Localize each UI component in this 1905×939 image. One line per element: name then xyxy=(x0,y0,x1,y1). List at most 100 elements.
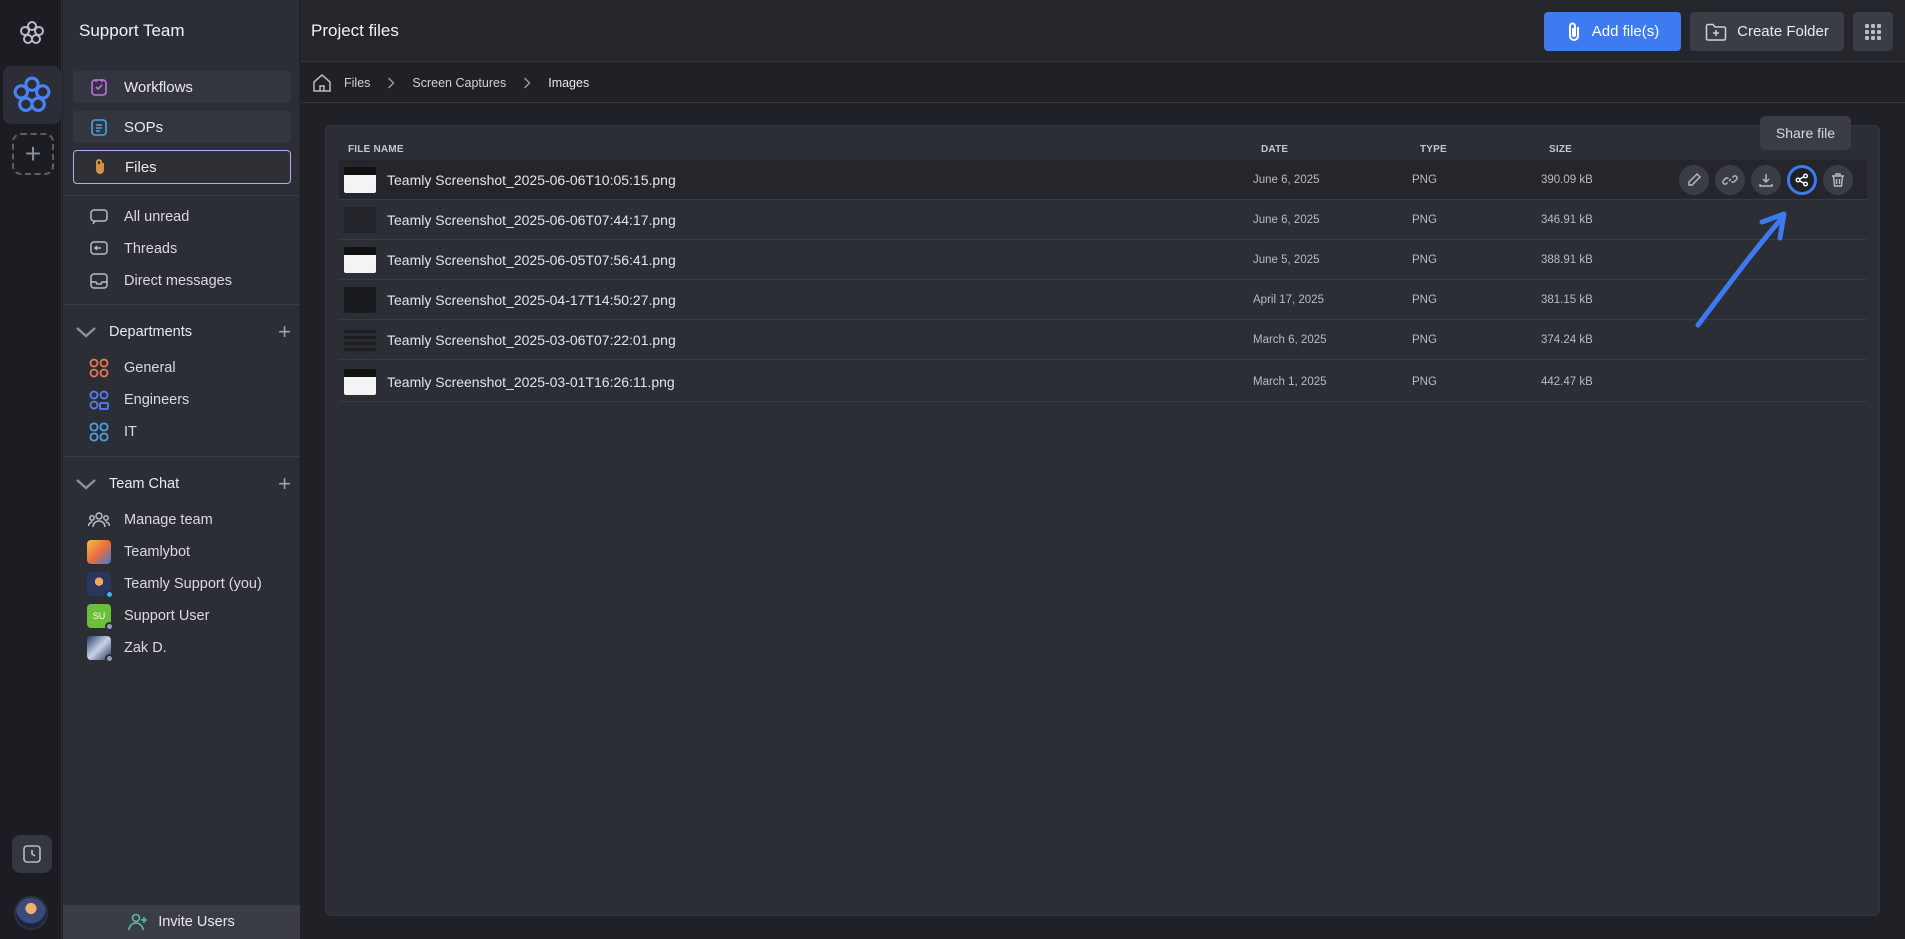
sidebar-item-files[interactable]: Files xyxy=(73,150,291,184)
copy-link-button[interactable] xyxy=(1715,165,1745,195)
link-icon xyxy=(1722,175,1738,185)
file-type: PNG xyxy=(1412,294,1437,306)
column-header-date[interactable]: DATE xyxy=(1261,144,1288,155)
grid-icon xyxy=(1865,23,1881,40)
file-name: Teamly Screenshot_2025-06-06T10:05:15.pn… xyxy=(387,172,676,188)
file-date: March 6, 2025 xyxy=(1253,334,1327,346)
sidebar-item-threads[interactable]: Threads xyxy=(87,237,177,261)
table-row[interactable]: Teamly Screenshot_2025-03-06T07:22:01.pn… xyxy=(339,320,1867,360)
table-row[interactable]: Teamly Screenshot_2025-06-06T07:44:17.pn… xyxy=(339,200,1867,240)
column-header-file-name[interactable]: FILE NAME xyxy=(348,144,404,155)
sidebar-item-support-user[interactable]: SU Support User xyxy=(87,604,209,631)
departments-section[interactable]: Departments + xyxy=(73,319,291,345)
breadcrumb-item-screen-captures[interactable]: Screen Captures xyxy=(412,76,506,90)
add-workspace-button[interactable]: + xyxy=(12,133,54,175)
file-date: March 1, 2025 xyxy=(1253,376,1327,388)
flower-icon[interactable] xyxy=(19,20,45,46)
column-header-type[interactable]: TYPE xyxy=(1420,144,1447,155)
sidebar-item-manage-team[interactable]: Manage team xyxy=(87,508,213,532)
sidebar-item-label: Engineers xyxy=(124,392,190,408)
column-header-size[interactable]: SIZE xyxy=(1549,144,1572,155)
file-type: PNG xyxy=(1412,376,1437,388)
file-size: 442.47 kB xyxy=(1541,376,1593,388)
home-icon[interactable] xyxy=(312,73,332,93)
breadcrumb-item-files[interactable]: Files xyxy=(344,76,370,90)
sidebar-item-zak-d[interactable]: Zak D. xyxy=(87,636,167,663)
create-folder-label: Create Folder xyxy=(1737,23,1829,40)
file-name: Teamly Screenshot_2025-06-06T07:44:17.pn… xyxy=(387,212,676,228)
file-thumbnail xyxy=(344,369,376,395)
inbox-icon xyxy=(87,269,111,293)
history-button[interactable] xyxy=(12,835,52,873)
sidebar-item-workflows[interactable]: Workflows xyxy=(73,71,291,103)
avatar xyxy=(87,636,114,663)
table-row[interactable]: Teamly Screenshot_2025-06-06T10:05:15.pn… xyxy=(339,160,1867,200)
share-file-button[interactable] xyxy=(1787,165,1817,195)
user-avatar[interactable] xyxy=(14,896,48,930)
sidebar-item-teamly-support[interactable]: Teamly Support (you) xyxy=(87,572,262,599)
paperclip-icon xyxy=(88,155,112,179)
add-chat-button[interactable]: + xyxy=(278,471,291,497)
page-title: Project files xyxy=(311,21,399,40)
sidebar-item-label: General xyxy=(124,360,176,376)
section-title: Team Chat xyxy=(109,476,180,492)
share-icon xyxy=(1795,173,1808,187)
sidebar-item-direct-messages[interactable]: Direct messages xyxy=(87,269,232,293)
file-size: 388.91 kB xyxy=(1541,254,1593,266)
divider xyxy=(63,456,300,457)
workflow-icon xyxy=(87,75,111,99)
add-department-button[interactable]: + xyxy=(278,319,291,345)
add-files-button[interactable]: Add file(s) xyxy=(1544,12,1681,51)
rename-button[interactable] xyxy=(1679,165,1709,195)
sidebar-item-label: Workflows xyxy=(124,78,193,96)
workspace-button[interactable] xyxy=(3,66,61,124)
file-type: PNG xyxy=(1412,254,1437,266)
file-date: June 6, 2025 xyxy=(1253,214,1320,226)
row-actions xyxy=(1679,165,1853,195)
create-folder-button[interactable]: Create Folder xyxy=(1690,12,1844,51)
chat-bubble-icon xyxy=(87,205,111,229)
channel-locked-icon xyxy=(87,388,111,412)
file-type: PNG xyxy=(1412,174,1437,186)
chevron-down-icon xyxy=(73,325,99,339)
annotation-arrow xyxy=(1695,211,1787,328)
sidebar-item-all-unread[interactable]: All unread xyxy=(87,205,189,229)
invite-users-button[interactable]: Invite Users xyxy=(63,905,300,939)
file-type: PNG xyxy=(1412,214,1437,226)
sidebar-item-label: Files xyxy=(125,158,157,176)
file-name: Teamly Screenshot_2025-03-01T16:26:11.pn… xyxy=(387,374,675,390)
file-thumbnail xyxy=(344,167,376,193)
avatar xyxy=(87,572,114,599)
sidebar-item-label: Threads xyxy=(124,241,178,257)
download-icon xyxy=(1759,174,1773,187)
sidebar-item-engineers[interactable]: Engineers xyxy=(87,388,189,412)
invite-label: Invite Users xyxy=(158,914,235,930)
status-dot xyxy=(105,654,114,663)
table-row[interactable]: Teamly Screenshot_2025-03-01T16:26:11.pn… xyxy=(339,362,1867,402)
clock-icon xyxy=(23,845,41,863)
divider xyxy=(63,304,300,305)
download-button[interactable] xyxy=(1751,165,1781,195)
file-name: Teamly Screenshot_2025-03-06T07:22:01.pn… xyxy=(387,332,676,348)
sidebar-item-general[interactable]: General xyxy=(87,356,176,380)
file-thumbnail xyxy=(344,247,376,273)
table-row[interactable]: Teamly Screenshot_2025-04-17T14:50:27.pn… xyxy=(339,280,1867,320)
file-size: 346.91 kB xyxy=(1541,214,1593,226)
sidebar-item-teamlybot[interactable]: Teamlybot xyxy=(87,540,190,564)
people-icon xyxy=(87,508,111,532)
files-panel: FILE NAME DATE TYPE SIZE Teamly Screensh… xyxy=(325,125,1880,916)
team-chat-section[interactable]: Team Chat + xyxy=(73,471,291,497)
section-title: Departments xyxy=(109,324,193,340)
add-files-label: Add file(s) xyxy=(1591,23,1660,40)
apps-grid-button[interactable] xyxy=(1853,12,1893,51)
sidebar-item-label: Zak D. xyxy=(124,640,167,656)
delete-button[interactable] xyxy=(1823,165,1853,195)
file-size: 381.15 kB xyxy=(1541,294,1593,306)
sidebar-item-label: Direct messages xyxy=(124,273,232,289)
sidebar-item-sops[interactable]: SOPs xyxy=(73,111,291,143)
file-thumbnail xyxy=(344,327,376,353)
sidebar-item-it[interactable]: IT xyxy=(87,420,137,444)
avatar: SU xyxy=(87,604,114,631)
table-row[interactable]: Teamly Screenshot_2025-06-05T07:56:41.pn… xyxy=(339,240,1867,280)
share-file-tooltip: Share file xyxy=(1760,116,1851,150)
